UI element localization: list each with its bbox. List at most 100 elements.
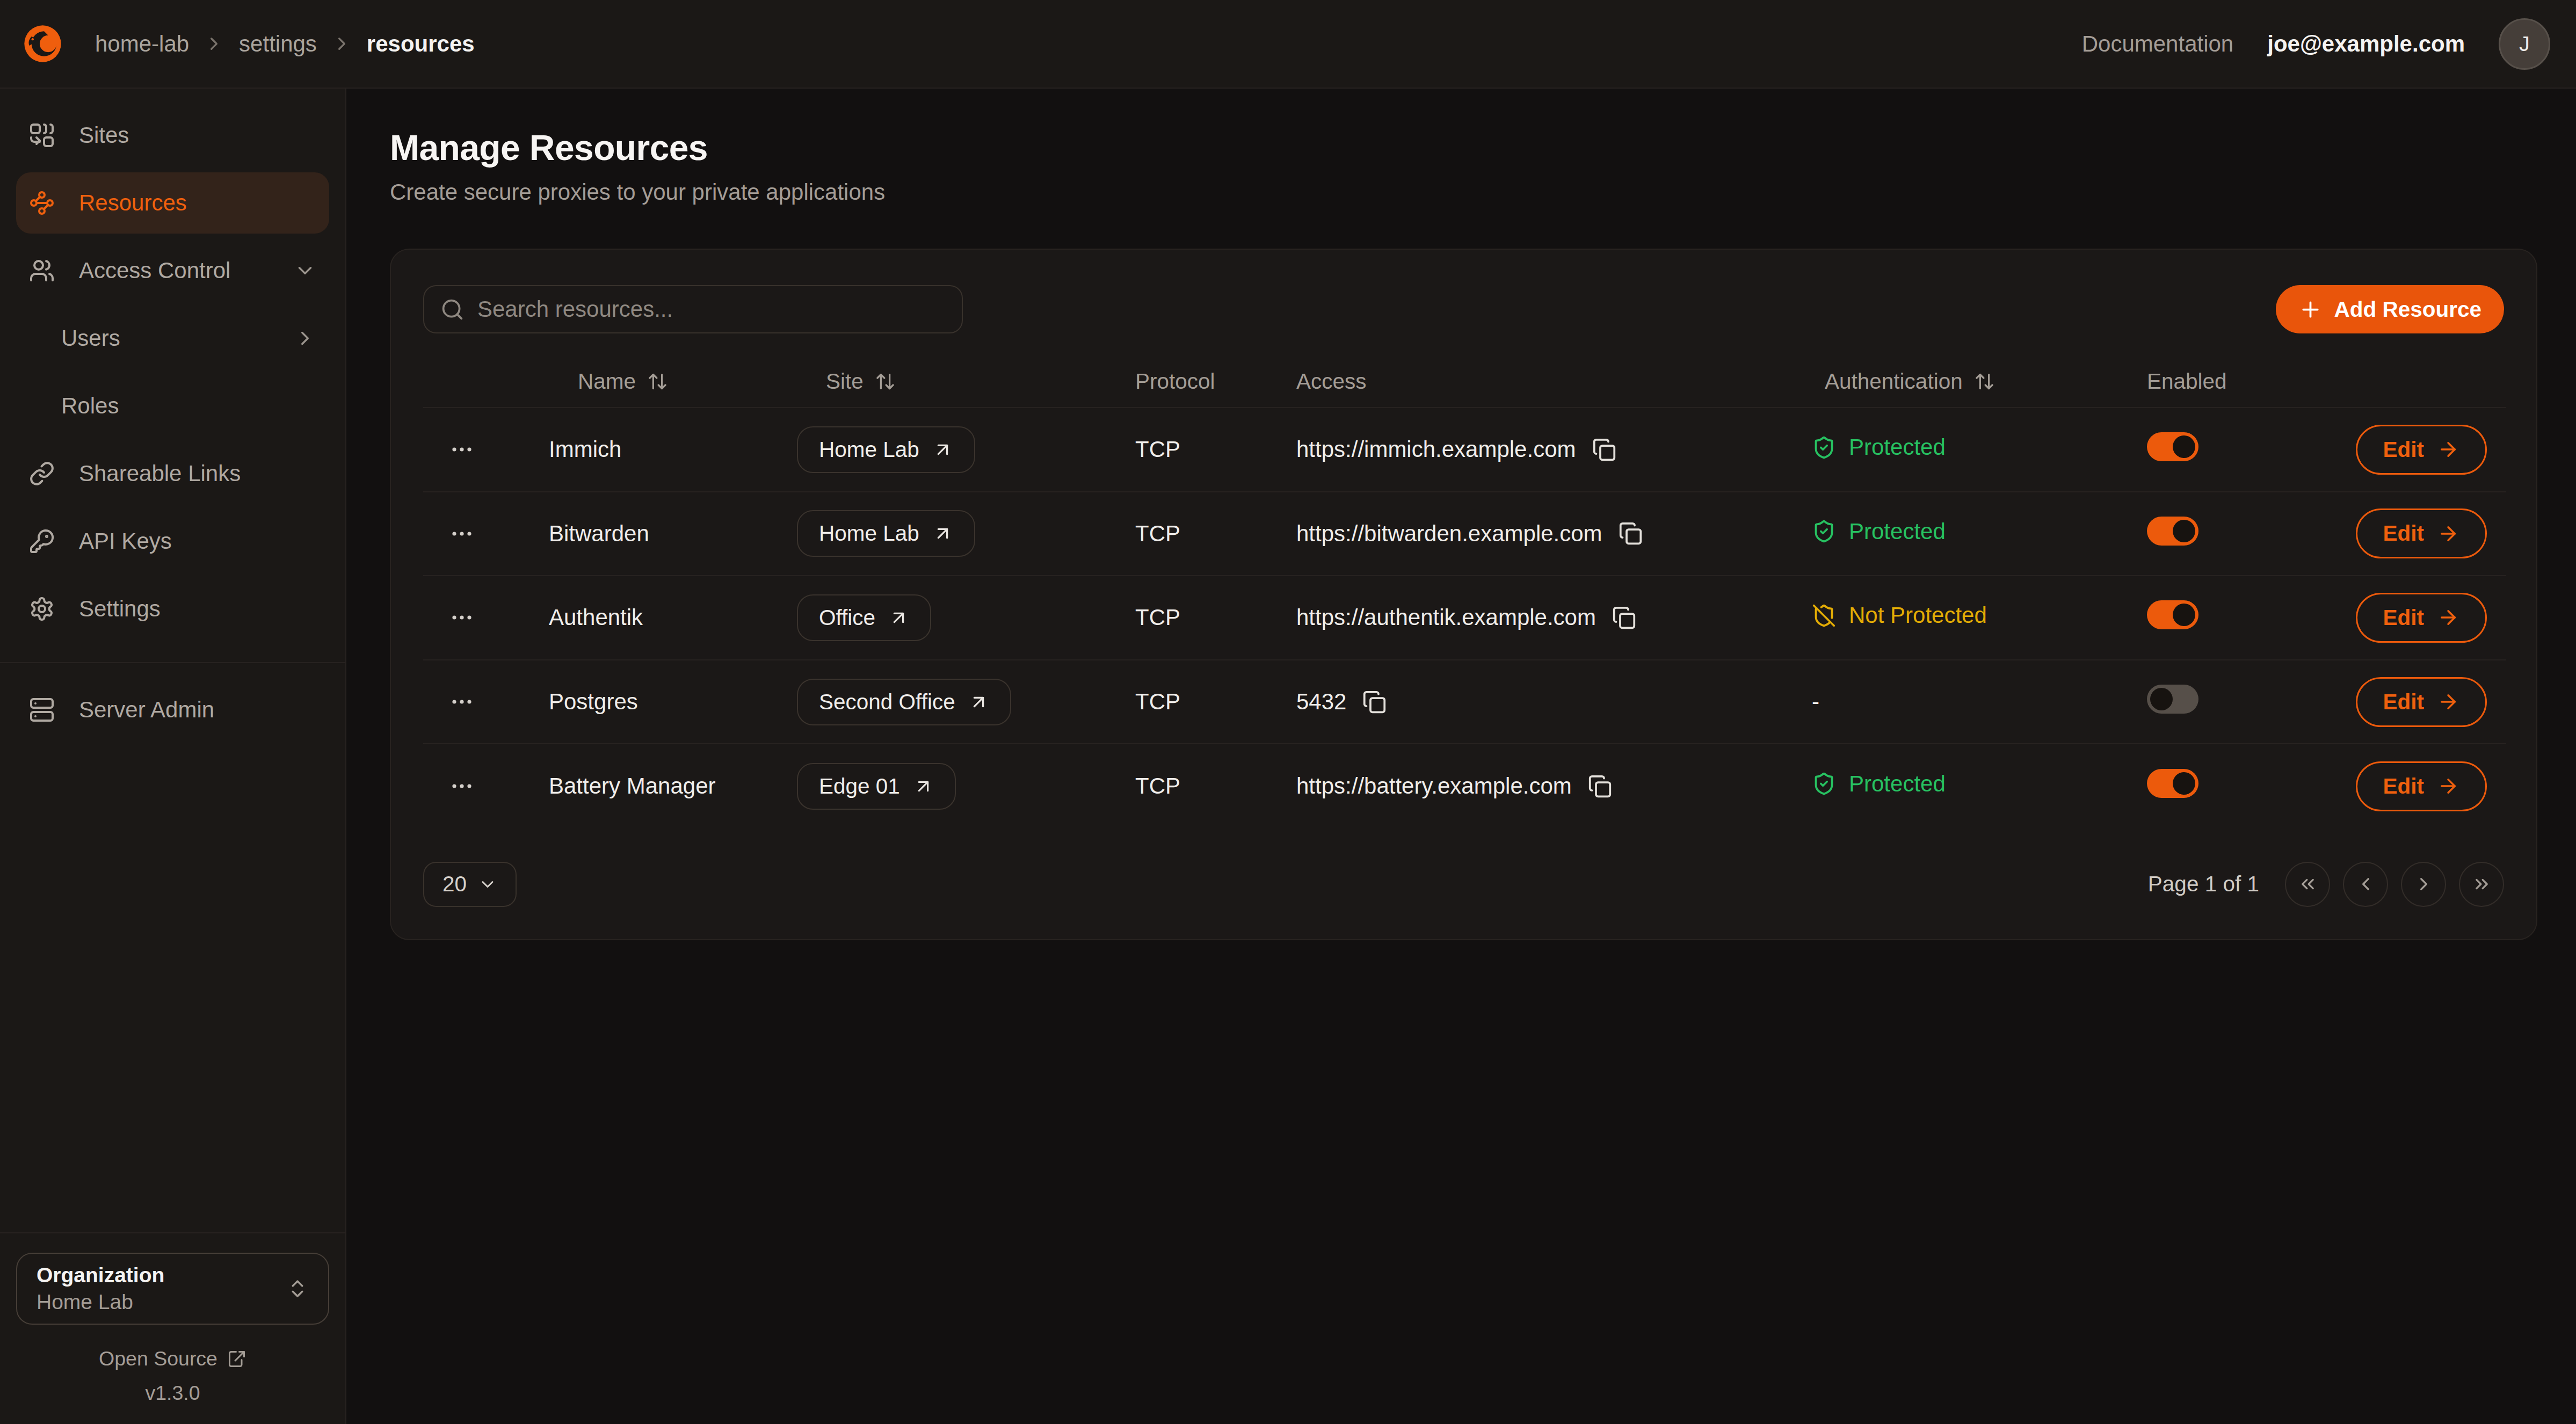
organization-label: Organization xyxy=(37,1263,164,1287)
resource-name: Immich xyxy=(549,437,621,462)
site-link-button[interactable]: Second Office xyxy=(797,679,1011,725)
chevron-left-icon xyxy=(2355,874,2376,895)
resource-protocol: TCP xyxy=(1135,689,1180,714)
pangolin-logo-icon[interactable] xyxy=(21,22,64,66)
row-menu-button[interactable] xyxy=(449,521,475,547)
sidebar-item-shareable-links[interactable]: Shareable Links xyxy=(16,443,329,504)
copy-button[interactable] xyxy=(1619,521,1643,546)
sidebar-item-api-keys[interactable]: API Keys xyxy=(16,511,329,572)
access-control-icon xyxy=(29,258,71,284)
edit-button[interactable]: Edit xyxy=(2356,508,2487,558)
ellipsis-icon xyxy=(449,437,475,462)
chevron-right-icon xyxy=(331,33,352,54)
breadcrumb-resources[interactable]: resources xyxy=(367,31,475,57)
add-resource-button[interactable]: Add Resource xyxy=(2276,285,2504,333)
column-header-enabled: Enabled xyxy=(2121,356,2318,408)
site-link-button[interactable]: Office xyxy=(797,594,931,641)
copy-icon xyxy=(1612,606,1636,630)
resources-icon xyxy=(29,190,71,216)
shield-check-icon xyxy=(1812,519,1836,543)
site-link-button[interactable]: Edge 01 xyxy=(797,763,956,810)
arrow-up-right-icon xyxy=(913,776,934,797)
row-menu-button[interactable] xyxy=(449,605,475,630)
key-icon xyxy=(29,528,71,554)
sidebar-item-server-admin[interactable]: Server Admin xyxy=(16,679,329,740)
sidebar-item-settings[interactable]: Settings xyxy=(16,578,329,640)
breadcrumb-settings[interactable]: settings xyxy=(239,31,317,57)
enabled-toggle[interactable] xyxy=(2147,685,2198,714)
enabled-toggle[interactable] xyxy=(2147,517,2198,546)
chevron-down-icon xyxy=(478,875,497,894)
sidebar-item-access-control[interactable]: Access Control xyxy=(16,240,329,301)
documentation-link[interactable]: Documentation xyxy=(2082,31,2234,57)
edit-button[interactable]: Edit xyxy=(2356,425,2487,475)
sidebar-item-roles[interactable]: Roles xyxy=(16,375,329,437)
edit-button[interactable]: Edit xyxy=(2356,593,2487,643)
resource-protocol: TCP xyxy=(1135,521,1180,546)
arrow-up-right-icon xyxy=(932,439,953,460)
resource-name: Postgres xyxy=(549,689,638,714)
version-label: v1.3.0 xyxy=(16,1382,329,1405)
card-footer: 20 Page 1 of 1 xyxy=(423,862,2504,907)
prev-page-button[interactable] xyxy=(2343,862,2388,907)
sidebar-item-users[interactable]: Users xyxy=(16,308,329,369)
enabled-toggle[interactable] xyxy=(2147,769,2198,798)
first-page-button[interactable] xyxy=(2285,862,2330,907)
chevron-right-icon xyxy=(204,33,224,54)
column-header-name[interactable]: Name xyxy=(523,356,771,408)
edit-button[interactable]: Edit xyxy=(2356,761,2487,811)
resource-access: 5432 xyxy=(1296,689,1346,715)
enabled-toggle[interactable] xyxy=(2147,600,2198,629)
user-email[interactable]: joe@example.com xyxy=(2267,31,2465,57)
site-link-button[interactable]: Home Lab xyxy=(797,426,975,473)
row-menu-button[interactable] xyxy=(449,437,475,462)
table-row: Battery Manager Edge 01 TCP https://batt… xyxy=(423,744,2506,828)
next-page-button[interactable] xyxy=(2401,862,2446,907)
resource-name: Battery Manager xyxy=(549,773,716,798)
open-source-link[interactable]: Open Source xyxy=(16,1347,329,1370)
search-input[interactable] xyxy=(477,296,946,322)
table-header-row: Name Site Protocol Access Authentication… xyxy=(423,356,2506,408)
resource-protocol: TCP xyxy=(1135,773,1180,798)
main-content: Manage Resources Create secure proxies t… xyxy=(346,89,2576,1424)
page-info: Page 1 of 1 xyxy=(2148,871,2259,897)
organization-name: Home Lab xyxy=(37,1290,164,1314)
copy-button[interactable] xyxy=(1588,774,1612,798)
plus-icon xyxy=(2298,297,2323,322)
last-page-button[interactable] xyxy=(2459,862,2504,907)
copy-icon xyxy=(1588,774,1612,798)
arrow-up-right-icon xyxy=(932,523,953,544)
resource-protocol: TCP xyxy=(1135,437,1180,462)
organization-selector[interactable]: Organization Home Lab xyxy=(16,1253,329,1325)
row-menu-button[interactable] xyxy=(449,773,475,799)
external-link-icon xyxy=(227,1349,246,1369)
enabled-toggle[interactable] xyxy=(2147,432,2198,461)
sidebar-item-sites[interactable]: Sites xyxy=(16,105,329,166)
breadcrumb-home-lab[interactable]: home-lab xyxy=(95,31,189,57)
arrow-right-icon xyxy=(2437,606,2459,629)
resource-access: https://battery.example.com xyxy=(1296,773,1572,799)
copy-button[interactable] xyxy=(1612,606,1636,630)
sites-icon xyxy=(29,122,71,148)
card-toolbar: Add Resource xyxy=(423,285,2504,333)
chevrons-left-icon xyxy=(2297,874,2318,895)
avatar[interactable]: J xyxy=(2499,18,2550,70)
column-header-site[interactable]: Site xyxy=(771,356,1109,408)
auth-status: Protected xyxy=(1812,771,1946,797)
resource-access: https://immich.example.com xyxy=(1296,437,1576,462)
site-link-button[interactable]: Home Lab xyxy=(797,510,975,557)
shield-check-icon xyxy=(1812,435,1836,460)
resources-table: Name Site Protocol Access Authentication… xyxy=(423,356,2506,828)
sidebar-item-resources[interactable]: Resources xyxy=(16,172,329,234)
edit-button[interactable]: Edit xyxy=(2356,677,2487,727)
auth-status: Protected xyxy=(1812,519,1946,544)
page-size-select[interactable]: 20 xyxy=(423,862,517,907)
copy-icon xyxy=(1619,521,1643,546)
row-menu-button[interactable] xyxy=(449,689,475,715)
copy-button[interactable] xyxy=(1362,690,1387,714)
shield-check-icon xyxy=(1812,772,1836,796)
copy-button[interactable] xyxy=(1592,438,1616,462)
arrow-right-icon xyxy=(2437,438,2459,461)
column-header-authentication[interactable]: Authentication xyxy=(1786,356,2121,408)
resource-access: https://authentik.example.com xyxy=(1296,605,1596,630)
